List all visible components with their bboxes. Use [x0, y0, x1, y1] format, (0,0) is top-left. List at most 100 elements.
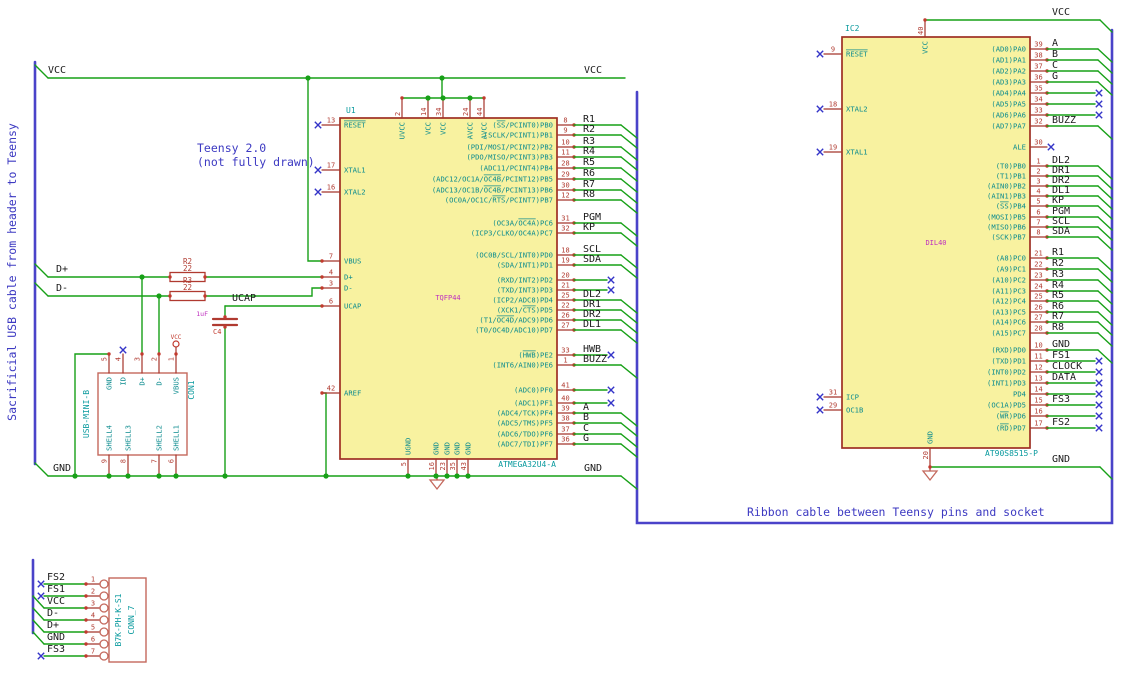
net-label: R5: [1052, 290, 1064, 301]
pin-number: 22: [561, 302, 569, 310]
pin-name: D-: [344, 284, 353, 293]
pin-name: (ICP2/ADC8)PD4: [492, 296, 553, 305]
net-label: D-: [47, 608, 59, 619]
pin-name: (AD5)PA5: [991, 100, 1026, 109]
pin-number: 37: [1034, 63, 1042, 71]
pin-name: VCC: [424, 122, 433, 135]
pin-name: (ADC13/OC1B/OC4B/PCINT13)PB6: [432, 186, 553, 195]
pin-name: (A15)PC7: [991, 329, 1026, 338]
no-connect-icon: [1095, 424, 1103, 432]
net-label: KP: [583, 222, 595, 233]
net-label: CLOCK: [1052, 361, 1082, 372]
pin-name: VBUS: [344, 257, 361, 266]
net-label: R4: [583, 146, 595, 157]
pin-number: 2: [1036, 168, 1040, 176]
pin-name: GND: [432, 442, 441, 455]
net-label: R5: [583, 157, 595, 168]
pin-name: VBUS: [172, 377, 181, 394]
pin-number: 6: [329, 298, 333, 306]
pin-number: 34: [1034, 96, 1042, 104]
pin-name: (T1/OC4D/ADC9)PD6: [479, 316, 553, 325]
pin-name: (ADC12/OC1A/OC4B/PCINT12)PB5: [432, 175, 553, 184]
pin-name: (ADC4/TCK)PF4: [497, 409, 553, 418]
net-label: B: [583, 412, 589, 423]
pin-number: 7: [329, 253, 333, 261]
pin-name: (ICP3/CLKO/OC4A)PC7: [471, 229, 553, 238]
pin-number: 43: [460, 462, 468, 470]
net-label: R8: [583, 189, 595, 200]
pin-name: (A14)PC6: [991, 318, 1026, 327]
net-label: G: [1052, 71, 1058, 82]
pin-name: (A9)PC1: [996, 265, 1026, 274]
pin-name: UGND: [404, 438, 413, 455]
pin-circle: [99, 639, 109, 649]
component-value: USB-MINI-B: [82, 390, 91, 438]
pin-name: ID: [119, 377, 128, 386]
pin-name: (SDA/INT1)PD1: [497, 261, 553, 270]
pin-number: 17: [1034, 420, 1042, 428]
pin-name: (MOSI)PB5: [987, 213, 1026, 222]
pin-number: 35: [449, 462, 457, 470]
pin-number: 7: [151, 459, 159, 463]
pin-number: 30: [1034, 139, 1042, 147]
pin-name: (INT6/AIN0)PE6: [492, 361, 553, 370]
pin-name: (SCLK/PCINT1)PB1: [484, 131, 553, 140]
pin-name: GND: [464, 442, 473, 455]
no-connect-icon: [816, 105, 824, 113]
pin-name: GND: [105, 377, 114, 390]
pin-number: 27: [561, 322, 569, 330]
component-value: ATMEGA32U4-A: [498, 460, 556, 469]
pin-name: D+: [138, 376, 147, 385]
pin-number: 35: [1034, 85, 1042, 93]
pin-name: (ADC0)PF0: [514, 386, 553, 395]
pin-name: (AD6)PA6: [991, 111, 1026, 120]
pin-name: SHELL3: [124, 425, 133, 451]
pin-name: (HWB)PE2: [518, 351, 553, 360]
pin-name: UCAP: [344, 302, 361, 311]
pin-number: 32: [1034, 118, 1042, 126]
net-label: C: [1052, 60, 1058, 71]
no-connect-icon: [607, 399, 615, 407]
pin-number: 20: [561, 272, 569, 280]
pin-number: 12: [561, 192, 569, 200]
net-label: D+: [56, 264, 68, 275]
pin-number: 2: [151, 357, 159, 361]
pin-name: RESET: [846, 50, 868, 59]
component-u1: U1ATMEGA32U4-ATQFP4413 RESET17 XTAL116 XTAL…: [314, 97, 638, 477]
net-label: KP: [1052, 195, 1064, 206]
pin-name: ALE: [1013, 143, 1026, 152]
pin-number: 13: [327, 117, 335, 125]
pin-name: (PDO/MISO/PCINT3)PB3: [466, 153, 553, 162]
pin-circle: [99, 651, 109, 661]
pin-number: 26: [561, 312, 569, 320]
pin-number: 5: [1036, 198, 1040, 206]
pin-name: AREF: [344, 389, 361, 398]
pin-name: D+: [344, 273, 353, 282]
no-connect-icon: [607, 351, 615, 359]
pin-number: 19: [561, 257, 569, 265]
pin-number: 6: [91, 636, 95, 644]
pin-name: VCC: [921, 41, 930, 54]
pin-name: (SS/PCINT0)PB0: [492, 121, 553, 130]
pin-number: 22: [1034, 261, 1042, 269]
resistor-body: [169, 290, 206, 302]
pin-name: (ADC7/TDI)PF7: [497, 440, 553, 449]
net-label: R6: [583, 168, 595, 179]
pin-number: 25: [561, 292, 569, 300]
net-label: FS3: [1052, 394, 1070, 405]
pin-number: 2: [394, 112, 402, 116]
pin-number: 3: [91, 600, 95, 608]
schematic-canvas[interactable]: U1ATMEGA32U4-ATQFP4413 RESET17 XTAL116 XTAL…: [0, 0, 1131, 690]
net-label: VCC: [1052, 7, 1070, 18]
pin-name: (A13)PC5: [991, 308, 1026, 317]
net-label: UCAP: [232, 293, 256, 304]
net-label: GND: [584, 463, 602, 474]
pin-number: 30: [561, 182, 569, 190]
no-connect-icon: [314, 188, 322, 196]
pin-name: (OC0B/SCL/INT0)PD0: [475, 251, 553, 260]
component-value: 22: [183, 264, 192, 273]
net-label: GND: [53, 463, 71, 474]
pin-number: 15: [1034, 397, 1042, 405]
pin-name: (TXD)PD1: [991, 357, 1026, 366]
no-connect-icon: [1047, 143, 1055, 151]
